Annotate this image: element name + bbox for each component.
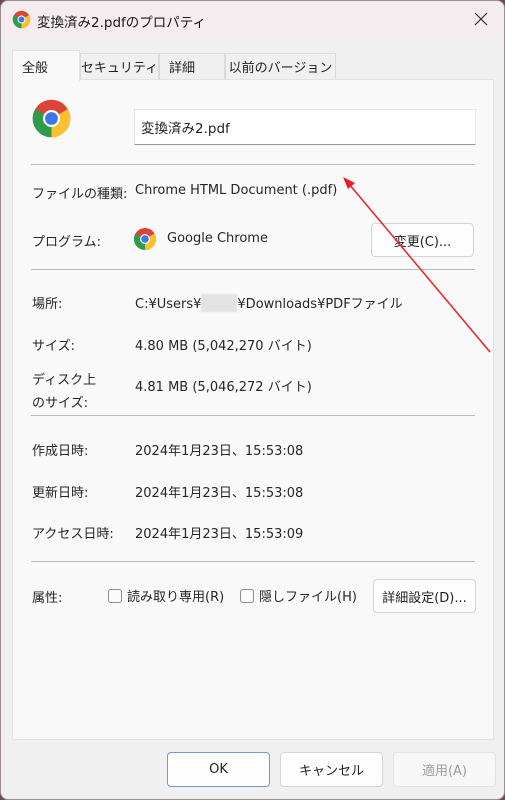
hidden-checkbox[interactable]: 隠しファイル(H) bbox=[240, 586, 357, 605]
apply-button[interactable]: 適用(A) bbox=[393, 752, 496, 787]
file-type-label: ファイルの種類: bbox=[32, 187, 128, 202]
modified-label: 更新日時: bbox=[32, 486, 89, 501]
chrome-file-icon bbox=[32, 99, 71, 138]
chrome-icon bbox=[134, 228, 156, 250]
file-type-value: Chrome HTML Document (.pdf) bbox=[135, 183, 338, 198]
hidden-label: 隠しファイル(H) bbox=[259, 590, 357, 605]
readonly-label: 読み取り専用(R) bbox=[127, 590, 225, 605]
tab-previous-versions[interactable]: 以前のバージョン bbox=[225, 53, 336, 79]
disk-size-label-line1: ディスク上 bbox=[32, 373, 97, 388]
accessed-label: アクセス日時: bbox=[32, 527, 114, 542]
advanced-attributes-button[interactable]: 詳細設定(D)... bbox=[373, 579, 476, 613]
separator bbox=[31, 561, 475, 562]
created-value: 2024年1月23日、15:53:08 bbox=[135, 444, 304, 459]
tab-general[interactable]: 全般 bbox=[12, 50, 80, 81]
location-label: 場所: bbox=[32, 297, 63, 312]
size-label: サイズ: bbox=[32, 339, 75, 354]
window-title: 変換済み2.pdfのプロパティ bbox=[37, 15, 206, 31]
size-value: 4.80 MB (5,042,270 バイト) bbox=[135, 339, 312, 354]
tab-details[interactable]: 詳細 bbox=[159, 53, 225, 79]
created-label: 作成日時: bbox=[32, 444, 89, 459]
location-suffix: ¥Downloads¥PDFファイル bbox=[237, 297, 403, 312]
disk-size-value: 4.81 MB (5,046,272 バイト) bbox=[135, 380, 312, 395]
ok-button[interactable]: OK bbox=[167, 752, 270, 787]
attributes-label: 属性: bbox=[32, 591, 63, 606]
readonly-checkbox[interactable]: 読み取り専用(R) bbox=[108, 586, 224, 605]
properties-dialog: 変換済み2.pdfのプロパティ 全般 セキュリティ 詳細 以前のバージョン ファ… bbox=[0, 0, 505, 800]
separator bbox=[31, 269, 475, 270]
checkbox-box[interactable] bbox=[240, 588, 254, 603]
modified-value: 2024年1月23日、15:53:08 bbox=[135, 486, 304, 501]
tab-security[interactable]: セキュリティ bbox=[80, 53, 159, 79]
title-bar[interactable]: 変換済み2.pdfのプロパティ bbox=[1, 1, 504, 39]
redacted-username bbox=[201, 294, 238, 312]
location-value: C:¥Users¥ ¥Downloads¥PDFファイル bbox=[135, 293, 403, 312]
accessed-value: 2024年1月23日、15:53:09 bbox=[135, 527, 304, 542]
separator bbox=[31, 164, 475, 165]
program-value: Google Chrome bbox=[167, 231, 268, 246]
chrome-icon bbox=[12, 10, 31, 29]
checkbox-box[interactable] bbox=[108, 588, 122, 603]
program-label: プログラム: bbox=[32, 235, 101, 250]
disk-size-label-line2: のサイズ: bbox=[32, 396, 88, 411]
file-name-input[interactable] bbox=[134, 109, 476, 145]
change-program-button[interactable]: 変更(C)... bbox=[371, 223, 474, 257]
close-icon bbox=[474, 12, 488, 26]
cancel-button[interactable]: キャンセル bbox=[280, 752, 383, 787]
location-prefix: C:¥Users¥ bbox=[135, 297, 202, 312]
close-button[interactable] bbox=[458, 1, 504, 37]
separator bbox=[31, 415, 475, 416]
